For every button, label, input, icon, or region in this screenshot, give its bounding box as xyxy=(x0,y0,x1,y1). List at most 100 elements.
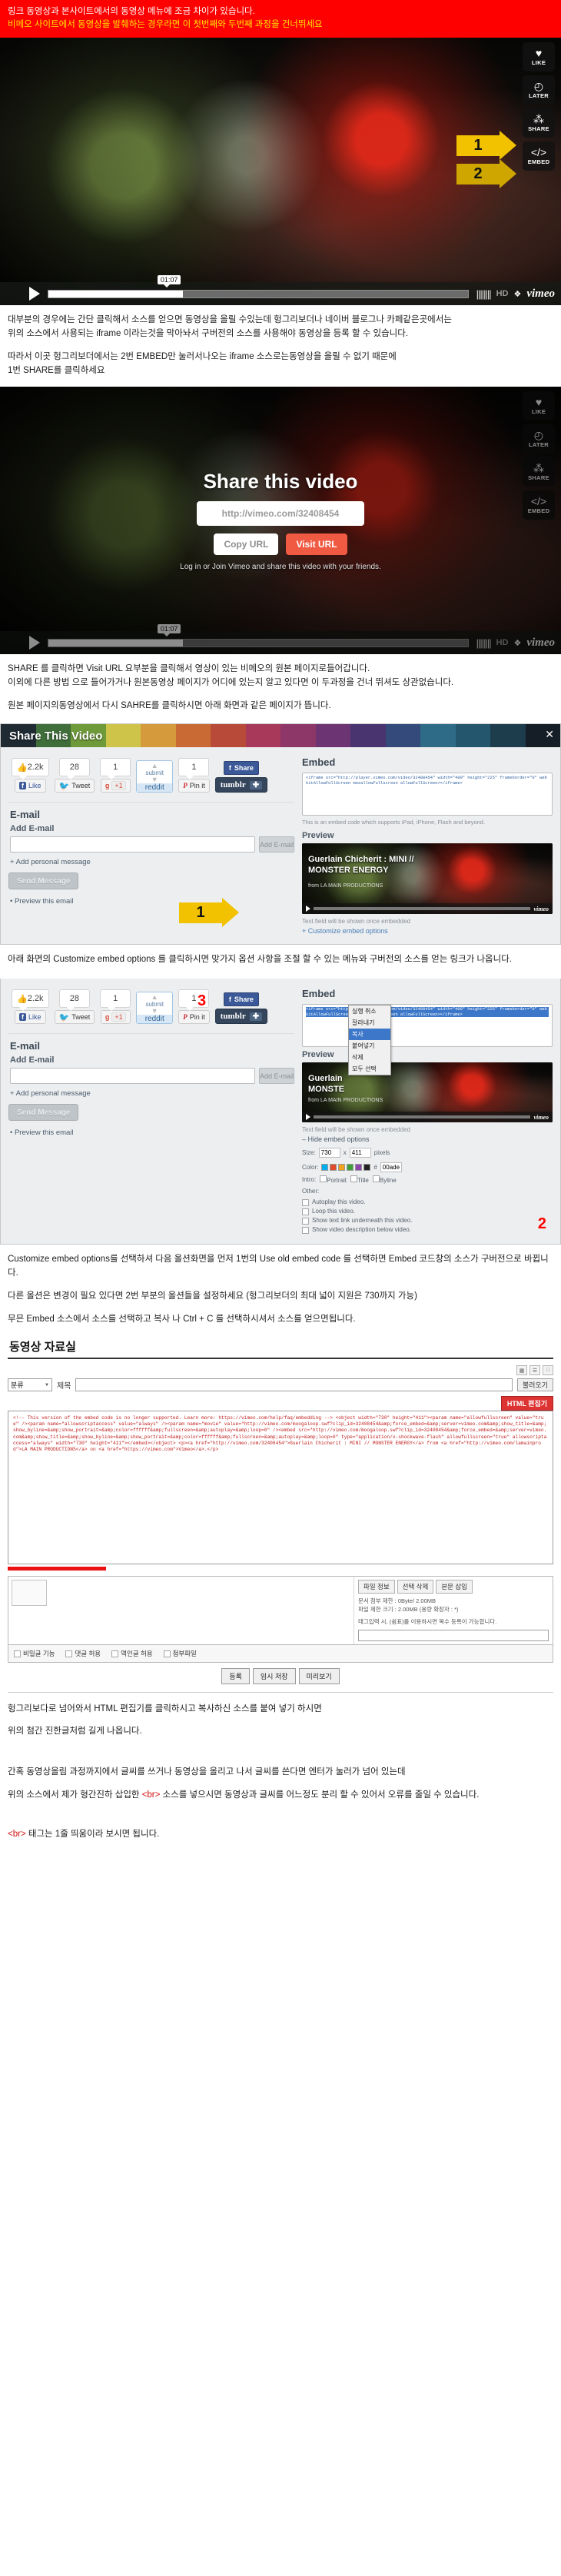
vimeo-logo[interactable]: vimeo xyxy=(533,906,549,912)
color-swatch-orange[interactable] xyxy=(338,1164,346,1171)
add-personal-message-link-2[interactable]: + Add personal message xyxy=(10,1089,294,1098)
pinterest-button[interactable]: P Pin it xyxy=(178,779,210,793)
fullscreen-icon[interactable]: ❖ xyxy=(513,289,521,299)
color-swatch-green[interactable] xyxy=(347,1164,354,1171)
googleplus-widget-2[interactable]: 1 g +1 xyxy=(100,989,131,1024)
option-allow-trackback[interactable]: 역인글 허용 xyxy=(111,1649,153,1658)
other-option-textlink[interactable]: Show text link underneath this video. xyxy=(302,1216,553,1225)
like-button[interactable]: ♥ LIKE xyxy=(523,42,555,71)
preview-email-link-2[interactable]: • Preview this email xyxy=(10,1128,294,1137)
file-info-button[interactable]: 파일 정보 xyxy=(358,1580,395,1594)
reddit-widget-2[interactable]: ▲ submit ▼ reddit xyxy=(136,992,174,1024)
play-icon[interactable] xyxy=(306,906,310,912)
copy-url-button[interactable]: Copy URL xyxy=(214,533,279,555)
close-icon[interactable]: ✕ xyxy=(545,729,554,740)
other-option-autoplay[interactable]: Autoplay this video. xyxy=(302,1198,553,1207)
reddit-downvote-icon[interactable]: ▼ xyxy=(151,1008,158,1015)
add-email-button[interactable]: Add E-mail xyxy=(259,836,294,853)
attachment-thumbnail[interactable] xyxy=(12,1580,47,1606)
grid-icon[interactable]: ▦ xyxy=(516,1365,527,1375)
facebook-like-button[interactable]: f Like xyxy=(14,779,46,793)
pinterest-button-2[interactable]: P Pin it xyxy=(178,1010,210,1024)
googleplus-button-2[interactable]: g +1 xyxy=(100,1010,131,1024)
send-message-button-2[interactable]: Send Message xyxy=(8,1104,79,1121)
option-secret-post[interactable]: 비밀글 기능 xyxy=(14,1649,55,1658)
checkbox-icon[interactable] xyxy=(372,1175,380,1182)
scrubber[interactable]: 01:07 xyxy=(48,274,469,298)
intro-option-byline[interactable]: Byline xyxy=(372,1175,397,1184)
checkbox-icon[interactable] xyxy=(302,1208,309,1215)
checkbox-icon[interactable] xyxy=(350,1175,358,1182)
twitter-tweet-widget-2[interactable]: 28 🐦 Tweet xyxy=(54,989,95,1024)
option-allow-comments[interactable]: 댓글 허용 xyxy=(65,1649,101,1658)
play-icon[interactable] xyxy=(29,287,40,301)
color-swatch-blue[interactable] xyxy=(321,1164,329,1171)
save-draft-button[interactable]: 임시 저장 xyxy=(252,1668,296,1684)
facebook-share-button-2[interactable]: f Share xyxy=(223,992,259,1006)
tag-input[interactable] xyxy=(358,1630,549,1641)
tumblr-button-2[interactable]: tumblr ✚ xyxy=(214,1009,268,1024)
intro-option-portrait[interactable]: Portrait xyxy=(320,1175,347,1184)
visit-url-button[interactable]: Visit URL xyxy=(286,533,347,555)
context-menu[interactable]: 실행 취소 잘라내기 복사 붙여넣기 삭제 모두 선택 xyxy=(348,1005,391,1075)
checkbox-icon[interactable] xyxy=(302,1198,309,1206)
context-menu-item-undo[interactable]: 실행 취소 xyxy=(349,1005,390,1017)
facebook-share-button[interactable]: f Share xyxy=(223,761,259,775)
category-select[interactable]: 분류 ▼ xyxy=(8,1378,52,1391)
play-icon[interactable] xyxy=(306,1114,310,1120)
email-input[interactable] xyxy=(10,836,255,853)
insert-into-body-button[interactable]: 본문 삽입 xyxy=(436,1580,473,1594)
color-swatch-red[interactable] xyxy=(330,1164,337,1171)
twitter-tweet-widget[interactable]: 28 🐦 Tweet xyxy=(54,758,95,793)
intro-option-title[interactable]: Title xyxy=(350,1175,369,1184)
embed-preview-2[interactable]: Guerlain MONSTE from LA MAIN PRODUCTIONS… xyxy=(302,1062,553,1122)
add-email-button-2[interactable]: Add E-mail xyxy=(259,1068,294,1084)
hd-badge[interactable]: HD xyxy=(496,289,509,298)
checkbox-icon[interactable] xyxy=(302,1226,309,1234)
volume-icon[interactable]: |||||||| xyxy=(476,288,492,300)
reddit-downvote-icon[interactable]: ▼ xyxy=(151,776,158,783)
embed-width-input[interactable] xyxy=(318,1148,340,1158)
attachment-thumbnail-area[interactable] xyxy=(8,1577,354,1644)
checkbox-icon[interactable] xyxy=(65,1650,73,1657)
googleplus-button[interactable]: g +1 xyxy=(100,779,131,793)
email-input-2[interactable] xyxy=(10,1068,255,1084)
facebook-like-button-2[interactable]: f Like xyxy=(14,1010,46,1024)
video-player-1[interactable]: ♥ LIKE ◴ LATER ⁂ SHARE </> EMBED 1 2 01:… xyxy=(0,38,561,305)
list-icon[interactable]: ☰ xyxy=(529,1365,540,1375)
card-icon[interactable]: □ xyxy=(543,1365,553,1375)
context-menu-item-copy[interactable]: 복사 xyxy=(349,1029,390,1040)
checkbox-icon[interactable] xyxy=(163,1650,171,1657)
customize-embed-options-link[interactable]: + Customize embed options xyxy=(302,927,553,935)
embed-preview-scrubber[interactable] xyxy=(314,907,531,910)
option-attachment[interactable]: 첨부파일 xyxy=(163,1649,197,1658)
reddit-upvote-icon[interactable]: ▲ xyxy=(151,763,158,769)
preview-email-link[interactable]: • Preview this email xyxy=(10,897,294,906)
embed-code-box-2[interactable]: <iframe src="http://player.vimeo.com/vid… xyxy=(302,1004,553,1047)
send-message-button[interactable]: Send Message xyxy=(8,873,79,889)
tumblr-button[interactable]: tumblr ✚ xyxy=(214,777,268,793)
embed-color-input[interactable] xyxy=(380,1162,402,1172)
twitter-tweet-button-2[interactable]: 🐦 Tweet xyxy=(54,1010,95,1024)
share-url-field[interactable]: http://vimeo.com/32408454 xyxy=(197,501,364,526)
checkbox-icon[interactable] xyxy=(302,1217,309,1225)
delete-selected-button[interactable]: 선택 삭제 xyxy=(397,1580,434,1594)
vault-search-input[interactable] xyxy=(75,1378,513,1391)
embed-button[interactable]: </> EMBED xyxy=(523,141,555,171)
embed-code-box[interactable]: <iframe src="http://player.vimeo.com/vid… xyxy=(302,773,553,816)
googleplus-widget[interactable]: 1 g +1 xyxy=(100,758,131,793)
context-menu-item-delete[interactable]: 삭제 xyxy=(349,1052,390,1063)
reddit-upvote-icon[interactable]: ▲ xyxy=(151,994,158,1001)
vimeo-logo[interactable]: vimeo xyxy=(526,288,555,301)
color-swatch-black[interactable] xyxy=(363,1164,371,1171)
html-editor-button[interactable]: HTML 편집기 xyxy=(500,1396,553,1411)
facebook-like-widget[interactable]: 👍 2.2k f Like xyxy=(12,758,49,793)
html-editor-textarea[interactable]: <!-- This version of the embed code is n… xyxy=(8,1411,553,1564)
other-option-description[interactable]: Show video description below video. xyxy=(302,1225,553,1235)
checkbox-icon[interactable] xyxy=(111,1650,119,1657)
facebook-like-widget-2[interactable]: 👍 2.2k f Like xyxy=(12,989,49,1024)
preview-button[interactable]: 미리보기 xyxy=(298,1668,340,1684)
other-option-loop[interactable]: Loop this video. xyxy=(302,1207,553,1216)
twitter-tweet-button[interactable]: 🐦 Tweet xyxy=(54,779,95,793)
embed-height-input[interactable] xyxy=(349,1148,371,1158)
